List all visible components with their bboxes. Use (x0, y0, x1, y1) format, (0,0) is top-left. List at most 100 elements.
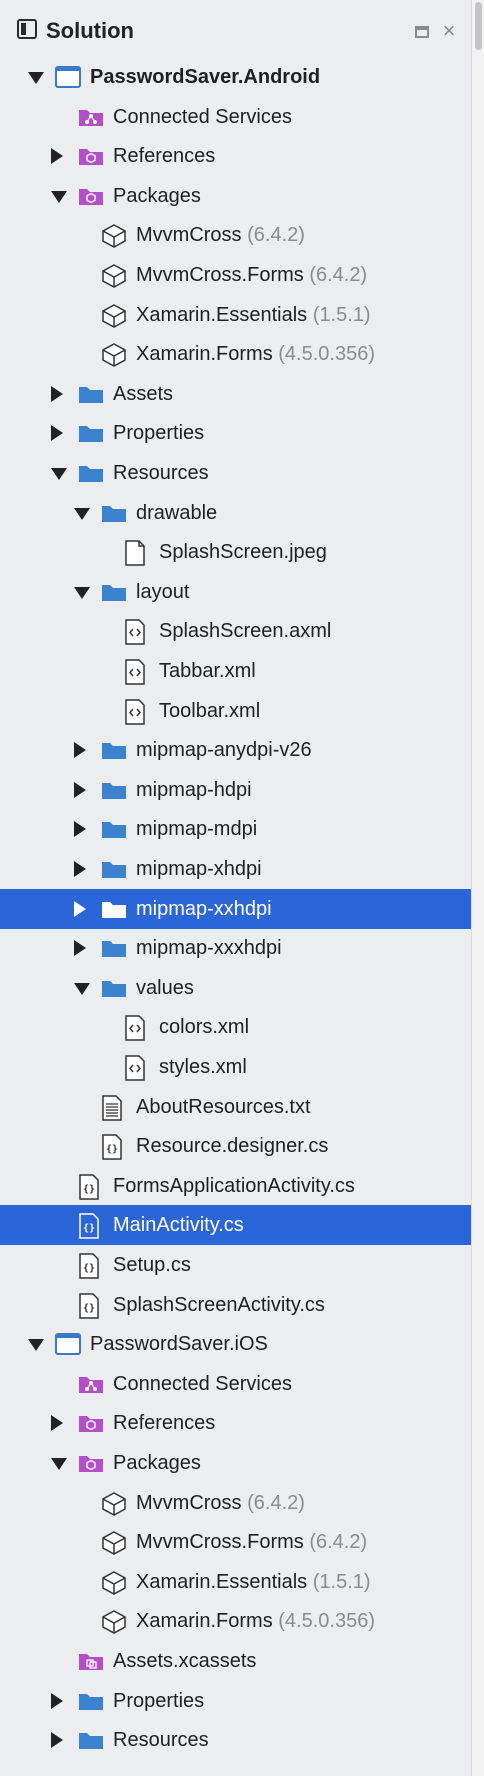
tree-row[interactable]: mipmap-xxhdpi (0, 888, 472, 929)
tree-row[interactable]: Xamarin.Essentials (1.5.1) (0, 295, 472, 335)
disclosure-collapsed-icon[interactable] (74, 742, 86, 759)
close-pad-button[interactable]: × (438, 20, 460, 42)
tree-row[interactable]: Properties (0, 413, 472, 453)
tree-row[interactable]: Connected Services (0, 97, 472, 137)
tree-row-label: Assets.xcassets (113, 1650, 257, 1672)
folder-icon (77, 382, 103, 406)
tree-row[interactable]: {} FormsApplicationActivity.cs (0, 1166, 472, 1206)
disclosure-collapsed-icon[interactable] (74, 821, 86, 838)
tree-row-label: Packages (113, 1452, 201, 1474)
tree-row[interactable]: mipmap-xxxhdpi (0, 928, 472, 968)
tree-row[interactable]: MvvmCross (6.4.2) (0, 1483, 472, 1523)
disclosure-collapsed-icon[interactable] (74, 781, 86, 798)
disclosure-collapsed-icon[interactable] (51, 148, 63, 165)
tree-row[interactable]: Xamarin.Forms (4.5.0.356) (0, 334, 472, 374)
tree-row[interactable]: values (0, 968, 472, 1008)
disclosure-expanded-icon[interactable] (74, 586, 90, 599)
package-version: (6.4.2) (309, 1531, 368, 1554)
tree-row-label: SplashScreen.jpeg (159, 541, 327, 564)
tree-row-label: mipmap-xhdpi (136, 858, 262, 880)
tree-row[interactable]: Assets (0, 374, 472, 414)
disclosure-expanded-icon[interactable] (74, 982, 90, 995)
csharp-file-icon: {} (77, 1213, 103, 1240)
csharp-file-icon: {} (100, 1134, 126, 1160)
package-icon (100, 1570, 126, 1595)
tree-row[interactable]: SplashScreen.axml (0, 611, 472, 651)
disclosure-collapsed-icon[interactable] (74, 900, 86, 917)
tree-row[interactable]: Xamarin.Forms (4.5.0.356) (0, 1601, 472, 1641)
solution-pad: Solution × PasswordSaver.Android Connecte… (0, 0, 472, 1776)
disclosure-expanded-icon[interactable] (51, 468, 67, 480)
tree-row[interactable]: References (0, 1403, 472, 1443)
tree-row[interactable]: mipmap-anydpi-v26 (0, 730, 472, 770)
maximize-pad-button[interactable] (415, 26, 429, 38)
tree-row-label: MainActivity.cs (113, 1214, 244, 1237)
asset-catalog-icon (77, 1649, 103, 1673)
svg-text:{}: {} (83, 1303, 95, 1314)
tree-row-label: PasswordSaver.Android (90, 66, 321, 88)
tree-row-label: mipmap-hdpi (136, 778, 252, 801)
tree-row-label: mipmap-xxhdpi (136, 897, 272, 920)
scrollbar-thumb[interactable] (475, 2, 482, 50)
tree-row[interactable]: mipmap-xhdpi (0, 849, 472, 889)
folder-icon (100, 936, 126, 960)
connected-services-icon (77, 1372, 103, 1396)
disclosure-expanded-icon[interactable] (51, 190, 67, 203)
package-version: (1.5.1) (312, 1570, 371, 1593)
tree-row[interactable]: Connected Services (0, 1364, 472, 1404)
tree-row[interactable]: Xamarin.Essentials (1.5.1) (0, 1562, 472, 1602)
disclosure-expanded-icon[interactable] (51, 1458, 67, 1470)
tree-row-label: mipmap-mdpi (136, 818, 258, 841)
tree-row-label: Toolbar.xml (159, 699, 261, 722)
folder-icon (77, 461, 103, 485)
tree-row[interactable]: {} Setup.cs (0, 1245, 472, 1285)
tree-row[interactable]: layout (0, 572, 472, 612)
tree-row-label: PasswordSaver.iOS (90, 1333, 268, 1356)
tree-row[interactable]: PasswordSaver.iOS (0, 1324, 472, 1364)
tree-row[interactable]: colors.xml (0, 1007, 472, 1047)
tree-row[interactable]: {} MainActivity.cs (0, 1205, 472, 1246)
project-icon (54, 1332, 81, 1356)
tree-row-label: Assets (113, 382, 174, 405)
tree-row[interactable]: References (0, 136, 472, 176)
tree-row-label: styles.xml (159, 1056, 247, 1078)
tree-row[interactable]: MvvmCross.Forms (6.4.2) (0, 255, 472, 295)
disclosure-collapsed-icon[interactable] (51, 425, 63, 442)
disclosure-expanded-icon[interactable] (28, 1339, 44, 1352)
tree-row[interactable]: MvvmCross.Forms (6.4.2) (0, 1522, 472, 1562)
tree-row[interactable]: Assets.xcassets (0, 1641, 472, 1681)
disclosure-collapsed-icon[interactable] (74, 861, 86, 877)
tree-row[interactable]: mipmap-mdpi (0, 809, 472, 849)
tree-row-label: Setup.cs (113, 1254, 191, 1276)
tree-row[interactable]: mipmap-hdpi (0, 770, 472, 810)
disclosure-expanded-icon[interactable] (28, 72, 44, 84)
tree-row[interactable]: Packages (0, 176, 472, 216)
tree-row[interactable]: Toolbar.xml (0, 691, 472, 731)
disclosure-collapsed-icon[interactable] (74, 940, 86, 957)
disclosure-collapsed-icon[interactable] (51, 1732, 63, 1749)
package-version: (1.5.1) (312, 303, 371, 326)
tree-row[interactable]: MvvmCross (6.4.2) (0, 215, 472, 255)
tree-row[interactable]: Packages (0, 1443, 472, 1483)
tree-row[interactable]: SplashScreen.jpeg (0, 532, 472, 572)
tree-row[interactable]: styles.xml (0, 1047, 472, 1087)
tree-row[interactable]: Resources (0, 1720, 472, 1760)
tree-row[interactable]: Resources (0, 453, 472, 493)
tree-row[interactable]: PasswordSaver.Android (0, 57, 472, 97)
package-icon (100, 1491, 126, 1516)
package-icon (100, 1530, 126, 1556)
pad-title: Solution (46, 18, 134, 43)
vertical-scrollbar[interactable] (471, 0, 484, 1776)
tree-row[interactable]: Tabbar.xml (0, 651, 472, 691)
packages-icon (77, 1451, 103, 1475)
xml-file-icon (123, 659, 149, 685)
disclosure-collapsed-icon[interactable] (51, 1692, 63, 1709)
disclosure-expanded-icon[interactable] (74, 507, 90, 520)
tree-row[interactable]: drawable (0, 493, 472, 533)
tree-row[interactable]: AboutResources.txt (0, 1087, 472, 1127)
tree-row[interactable]: {} Resource.designer.cs (0, 1126, 472, 1166)
disclosure-collapsed-icon[interactable] (51, 1415, 63, 1432)
tree-row[interactable]: Properties (0, 1681, 472, 1721)
tree-row[interactable]: {} SplashScreenActivity.cs (0, 1285, 472, 1325)
disclosure-collapsed-icon[interactable] (51, 385, 63, 402)
